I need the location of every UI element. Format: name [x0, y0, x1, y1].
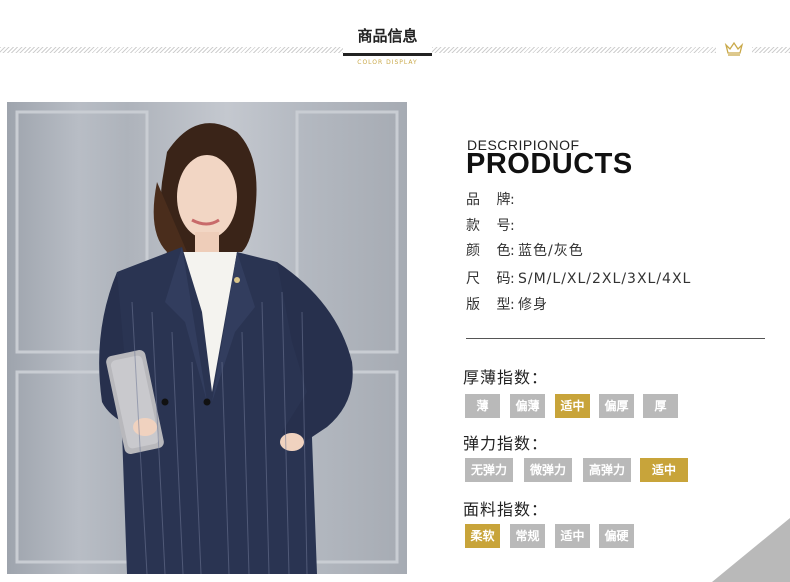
divider: [466, 338, 765, 339]
tag-elasticity-medium: 适中: [640, 458, 688, 482]
section-subtitle: COLOR DISPLAY: [357, 59, 418, 66]
tag-fabric-stiff: 偏硬: [599, 524, 634, 548]
header-stripe-left: [0, 47, 343, 53]
products-heading: PRODUCTS: [466, 148, 633, 180]
tag-thickness-thick: 厚: [643, 394, 678, 418]
spec-value: 修身: [518, 297, 548, 313]
tag-elasticity-none: 无弹力: [465, 458, 513, 482]
tag-elasticity-high: 高弹力: [583, 458, 631, 482]
spec-fit: 版 型: 修身: [466, 294, 548, 314]
section-title: 商品信息: [343, 22, 432, 56]
fabric-index-title: 面料指数：: [463, 500, 549, 519]
tag-thickness-slightly-thin: 偏薄: [510, 394, 545, 418]
spec-key: 版 型: [466, 297, 517, 313]
spec-key: 品 牌: [466, 192, 517, 208]
corner-triangle: [712, 518, 790, 582]
header-stripe-far-right: [752, 47, 790, 53]
spec-key: 颜 色: [466, 243, 517, 259]
tag-elasticity-slight: 微弹力: [524, 458, 572, 482]
crown-icon: [724, 41, 744, 56]
tag-thickness-medium: 适中: [555, 394, 590, 418]
tag-fabric-medium: 适中: [555, 524, 590, 548]
spec-value: S/M/L/XL/2XL/3XL/4XL: [518, 271, 692, 287]
model-photo: [7, 102, 407, 574]
header-stripe-right: [432, 47, 716, 53]
spec-size: 尺 码: S/M/L/XL/2XL/3XL/4XL: [466, 268, 691, 288]
spec-brand: 品 牌:: [466, 189, 518, 209]
spec-key: 尺 码: [466, 271, 517, 287]
spec-value: 蓝色/灰色: [518, 243, 584, 259]
spec-color: 颜 色: 蓝色/灰色: [466, 240, 584, 260]
elasticity-index-title: 弹力指数：: [463, 434, 549, 453]
tag-fabric-regular: 常规: [510, 524, 545, 548]
tag-thickness-slightly-thick: 偏厚: [599, 394, 634, 418]
spec-key: 款 号: [466, 218, 517, 234]
thickness-index-title: 厚薄指数：: [463, 368, 549, 387]
tag-fabric-soft: 柔软: [465, 524, 500, 548]
tag-thickness-thin: 薄: [465, 394, 500, 418]
spec-model-number: 款 号:: [466, 215, 518, 235]
